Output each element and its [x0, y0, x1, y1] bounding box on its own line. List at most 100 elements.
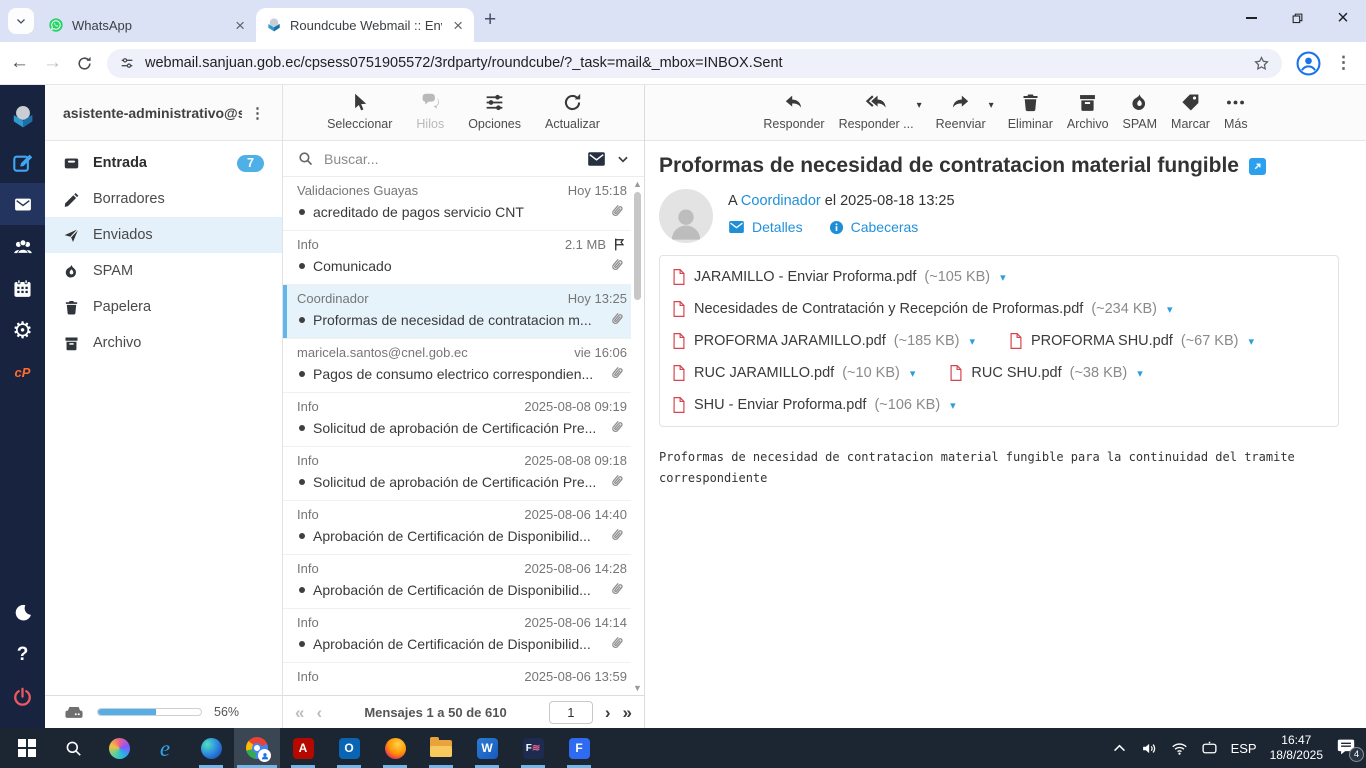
msg-eliminar-button[interactable]: Eliminar — [1008, 92, 1053, 131]
rail-mail-icon[interactable] — [0, 183, 45, 225]
search-scope-mail-icon[interactable] — [587, 151, 606, 167]
attachment-item[interactable]: SHU - Enviar Proforma.pdf (~106 KB) ▾ — [672, 389, 990, 421]
attachment-menu-caret-icon[interactable]: ▾ — [1248, 335, 1254, 348]
site-settings-icon[interactable] — [119, 55, 135, 71]
account-header[interactable]: asistente-administrativo@sa... ⋮ — [45, 85, 282, 141]
rail-cpanel-icon[interactable]: cP — [0, 351, 45, 393]
message-row[interactable]: Info 2025-08-08 09:18 Solicitud de aprobac… — [283, 447, 631, 501]
next-page-button[interactable]: › — [605, 704, 611, 721]
rail-settings-gear-icon[interactable]: ⚙ — [0, 309, 45, 351]
profile-avatar-icon[interactable] — [1296, 51, 1321, 76]
new-tab-button[interactable]: + — [484, 8, 496, 32]
cast-icon[interactable] — [1201, 740, 1218, 757]
bookmark-star-icon[interactable] — [1253, 55, 1270, 72]
attachment-menu-caret-icon[interactable]: ▾ — [969, 335, 975, 348]
taskbar-ie-icon[interactable]: e — [142, 728, 188, 768]
attachment-menu-caret-icon[interactable]: ▾ — [1137, 367, 1143, 380]
folder-item-archivo[interactable]: Archivo — [45, 325, 282, 361]
msg-responder-button[interactable]: Responder — [763, 92, 825, 131]
tab-search-button[interactable] — [8, 8, 34, 34]
attachment-item[interactable]: RUC JARAMILLO.pdf (~10 KB) ▾ — [672, 357, 949, 389]
message-row[interactable]: Info 2025-08-06 14:40 Aprobación de Certif… — [283, 501, 631, 555]
headers-button[interactable]: Cabeceras — [829, 219, 918, 235]
tab-whatsapp[interactable]: WhatsApp × — [38, 8, 256, 42]
message-row[interactable]: Info 2025-08-06 14:28 Aprobación de Certif… — [283, 555, 631, 609]
message-row[interactable]: Info 2025-08-06 13:59 — [283, 663, 631, 695]
tab-close-icon[interactable]: × — [450, 17, 466, 34]
rail-calendar-icon[interactable] — [0, 267, 45, 309]
message-row[interactable]: maricela.santos@cnel.gob.ec vie 16:06 Pago… — [283, 339, 631, 393]
message-row[interactable]: Validaciones Guayas Hoy 15:18 acreditado d… — [283, 177, 631, 231]
tab-roundcube[interactable]: Roundcube Webmail :: Enviados × — [256, 8, 474, 42]
message-row[interactable]: Coordinador Hoy 13:25 Proformas de necesid… — [283, 285, 631, 339]
minimize-button[interactable] — [1228, 0, 1274, 36]
rail-compose-icon[interactable] — [0, 141, 45, 183]
tab-close-icon[interactable]: × — [232, 17, 248, 34]
taskbar-explorer-icon[interactable] — [418, 728, 464, 768]
last-page-button[interactable]: » — [623, 704, 632, 721]
attachment-item[interactable]: Necesidades de Contratación y Recepción … — [672, 293, 1207, 325]
restore-button[interactable] — [1274, 0, 1320, 36]
back-icon[interactable]: ← — [10, 52, 29, 74]
dropdown-caret-icon[interactable]: ▾ — [989, 100, 994, 111]
folder-item-enviados[interactable]: Enviados — [45, 217, 282, 253]
search-input[interactable] — [324, 150, 577, 167]
details-button[interactable]: Detalles — [728, 219, 803, 235]
url-omnibox[interactable]: webmail.sanjuan.gob.ec/cpsess0751905572/… — [107, 48, 1282, 78]
folder-item-spam[interactable]: SPAM — [45, 253, 282, 289]
taskbar-word-icon[interactable]: W — [464, 728, 510, 768]
taskbar-f-app-icon[interactable]: F — [556, 728, 602, 768]
attachment-item[interactable]: JARAMILLO - Enviar Proforma.pdf (~105 KB)… — [672, 261, 1040, 293]
attachment-menu-caret-icon[interactable]: ▾ — [1167, 303, 1173, 316]
msg-archivo-button[interactable]: Archivo — [1067, 92, 1109, 131]
attachment-menu-caret-icon[interactable]: ▾ — [1000, 271, 1006, 284]
scrollbar-thumb[interactable] — [634, 192, 641, 300]
dropdown-caret-icon[interactable]: ▾ — [917, 100, 922, 111]
rail-dark-mode-moon-icon[interactable] — [0, 592, 45, 634]
scroll-up-icon[interactable]: ▲ — [633, 179, 642, 189]
rail-roundcube-logo[interactable] — [0, 93, 45, 141]
rail-help-icon[interactable]: ? — [0, 634, 45, 676]
attachment-menu-caret-icon[interactable]: ▾ — [950, 399, 956, 412]
language-indicator[interactable]: ESP — [1231, 741, 1257, 756]
taskbar-edge-icon[interactable] — [188, 728, 234, 768]
msg-reenviar-button[interactable]: Reenviar — [936, 92, 986, 131]
attachment-item[interactable]: PROFORMA JARAMILLO.pdf (~185 KB) ▾ — [672, 325, 1009, 357]
attachment-item[interactable]: PROFORMA SHU.pdf (~67 KB) ▾ — [1009, 325, 1288, 357]
taskbar-fs-app-icon[interactable]: F ≋ — [510, 728, 556, 768]
taskbar-copilot-icon[interactable] — [96, 728, 142, 768]
msg-marcar-button[interactable]: Marcar — [1171, 92, 1210, 131]
taskbar-firefox-icon[interactable] — [372, 728, 418, 768]
scroll-down-icon[interactable]: ▼ — [633, 683, 642, 693]
close-button[interactable]: × — [1320, 0, 1366, 36]
taskbar-start-icon[interactable] — [4, 728, 50, 768]
volume-icon[interactable] — [1141, 740, 1158, 757]
search-options-chevron-icon[interactable] — [616, 152, 630, 166]
notification-center-icon[interactable]: 4 — [1336, 738, 1364, 762]
attachment-menu-caret-icon[interactable]: ▾ — [910, 367, 916, 380]
list-opciones-button[interactable]: Opciones — [468, 92, 521, 131]
rail-logout-power-icon[interactable] — [0, 676, 45, 718]
folder-item-papelera[interactable]: Papelera — [45, 289, 282, 325]
open-in-new-window-icon[interactable] — [1248, 157, 1266, 175]
page-number-input[interactable] — [548, 700, 593, 724]
first-page-button[interactable]: « — [295, 704, 304, 721]
forward-icon[interactable]: → — [43, 52, 62, 74]
rail-contacts-icon[interactable] — [0, 225, 45, 267]
taskbar-acrobat-icon[interactable]: A — [280, 728, 326, 768]
msg-m-s-button[interactable]: Más — [1224, 92, 1248, 131]
taskbar-search-icon[interactable] — [50, 728, 96, 768]
message-row[interactable]: Info 2025-08-06 14:14 Aprobación de Certif… — [283, 609, 631, 663]
tray-expand-icon[interactable] — [1111, 740, 1128, 757]
folder-item-entrada[interactable]: Entrada 7 — [45, 145, 282, 181]
list-seleccionar-button[interactable]: Seleccionar — [327, 92, 392, 131]
browser-menu-icon[interactable]: ⋮ — [1335, 53, 1352, 73]
taskbar-outlook-icon[interactable]: O — [326, 728, 372, 768]
list-actualizar-button[interactable]: Actualizar — [545, 92, 600, 131]
msg-spam-button[interactable]: SPAM — [1123, 92, 1157, 131]
taskbar-chrome-icon[interactable] — [234, 728, 280, 768]
reload-icon[interactable] — [76, 55, 93, 72]
msg-responder-button[interactable]: Responder ... — [839, 92, 914, 131]
account-menu-icon[interactable]: ⋮ — [242, 104, 274, 122]
clock[interactable]: 16:47 18/8/2025 — [1270, 733, 1323, 763]
